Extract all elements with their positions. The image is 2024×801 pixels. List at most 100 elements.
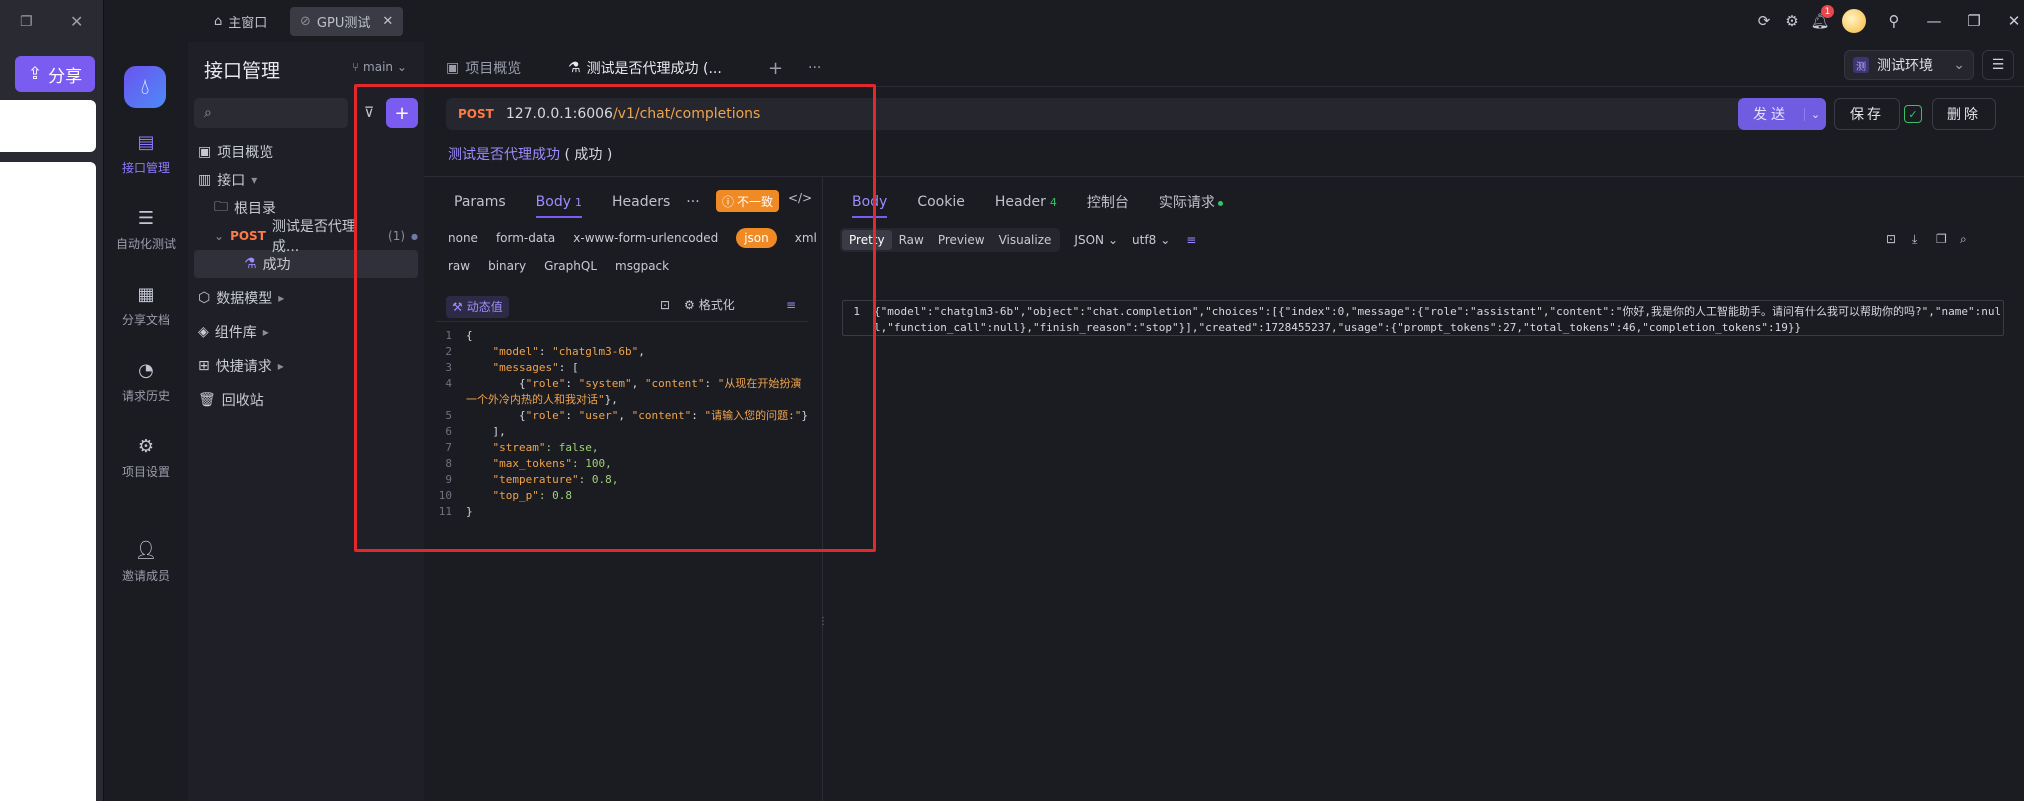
rail-item-api-management[interactable]: ▤ 接口管理 xyxy=(104,132,188,176)
pin-icon[interactable]: ⚲ xyxy=(1874,8,1914,34)
tab-main-window[interactable]: ⌂ 主窗口 xyxy=(204,7,277,36)
copy-icon[interactable]: ❐ xyxy=(1936,232,1947,246)
tab-overview[interactable]: ▣ 项目概览 xyxy=(446,54,521,82)
bell-icon[interactable]: 🔔︎ 1 xyxy=(1806,5,1834,34)
line-number: 7 xyxy=(445,441,452,454)
more-tabs-button[interactable]: ··· xyxy=(808,54,821,82)
export-icon[interactable]: ⊡ xyxy=(1886,232,1896,246)
filter-button[interactable]: ⊽ xyxy=(355,99,383,127)
tree-item-request[interactable]: ⌄ POST 测试是否代理成... (1) ● xyxy=(194,219,418,255)
tab-body[interactable]: Body 1 xyxy=(535,194,583,218)
chevron-down-icon[interactable]: ⌄ xyxy=(1804,107,1826,121)
wrap-icon[interactable]: ≡ xyxy=(786,298,796,312)
tab-response-body[interactable]: Body xyxy=(852,194,888,218)
example-icon: ⚗ xyxy=(244,256,257,272)
plus-icon: + xyxy=(394,102,410,124)
close-icon[interactable]: ✕ xyxy=(70,12,83,31)
caret-down-icon: ▾ xyxy=(251,173,258,187)
folder-icon: 🗀︎ xyxy=(214,199,228,215)
line-text: {"role": "user", "content": "请输入您的问题:"} xyxy=(466,409,808,422)
panel-splitter[interactable] xyxy=(822,176,823,801)
body-type-graphql[interactable]: GraphQL xyxy=(544,256,597,276)
rail-item-history[interactable]: ◔ 请求历史 xyxy=(104,360,188,404)
share-button[interactable]: ⇪ 分享 xyxy=(15,56,95,92)
wrap-icon[interactable]: ≡ xyxy=(1186,233,1196,247)
close-tab-icon[interactable]: ✕ xyxy=(382,14,393,29)
tree-item-api[interactable]: ▥ 接口 ▾ xyxy=(194,166,418,194)
tab-gpu-test[interactable]: ⊘ GPU测试 ✕ xyxy=(290,7,404,36)
view-pretty[interactable]: Pretty xyxy=(842,230,892,250)
tab-headers[interactable]: Headers xyxy=(612,194,670,210)
body-type-raw[interactable]: raw xyxy=(448,256,470,276)
tree-item-components[interactable]: ◈ 组件库 ▸ xyxy=(194,318,418,346)
environment-select[interactable]: 测 测试环境 ⌄ xyxy=(1844,50,1974,80)
chevron-down-icon: ⌄ xyxy=(1160,233,1171,247)
body-type-none[interactable]: none xyxy=(448,228,478,248)
body-type-binary[interactable]: binary xyxy=(488,256,526,276)
rail-item-automation[interactable]: ☰ 自动化测试 xyxy=(104,208,188,252)
response-body[interactable]: 1 {"model":"chatglm3-6b","object":"chat.… xyxy=(852,304,2002,336)
code-icon[interactable]: </> xyxy=(788,191,812,205)
search-icon[interactable]: ⌕ xyxy=(1960,232,1967,247)
drag-handle-icon[interactable]: ⋮ xyxy=(818,616,828,627)
more-icon: ··· xyxy=(808,60,822,76)
view-visualize[interactable]: Visualize xyxy=(992,230,1059,250)
avatar[interactable] xyxy=(1834,8,1874,34)
request-tabs: Params Body 1 Headers ··· xyxy=(454,186,700,218)
refresh-icon[interactable]: ⟳ xyxy=(1750,8,1778,34)
new-tab-button[interactable]: + xyxy=(768,54,783,82)
mismatch-badge[interactable]: ⓘ 不一致 xyxy=(716,190,780,212)
rail-item-share-docs[interactable]: ▦ 分享文档 xyxy=(104,284,188,328)
dynamic-value-button[interactable]: ⚒ 动态值 xyxy=(446,295,509,318)
rail-item-project-settings[interactable]: ⚙ 项目设置 xyxy=(104,436,188,480)
tab-response-header[interactable]: Header 4 xyxy=(995,194,1057,210)
cube-icon: ⬡ xyxy=(198,290,211,306)
format-button[interactable]: ⚙ 格式化 xyxy=(684,296,735,313)
gear-icon[interactable]: ⚙ xyxy=(1778,8,1806,34)
overview-icon: ▣ xyxy=(198,144,212,160)
body-type-form-data[interactable]: form-data xyxy=(496,228,555,248)
line-number: 11 xyxy=(438,505,452,518)
check-icon[interactable]: ✓ xyxy=(1904,105,1922,123)
branch-selector[interactable]: ⑂ main ⌄ xyxy=(352,60,407,74)
restore-icon[interactable]: ❐ xyxy=(20,14,33,30)
user-add-icon: 👤︎ xyxy=(134,540,158,561)
code-editor[interactable]: 1{2 "model": "chatglm3-6b", 3 "messages":… xyxy=(438,328,810,520)
tab-cookie[interactable]: Cookie xyxy=(917,194,965,210)
tab-request[interactable]: ⚗ 测试是否代理成功 (... xyxy=(568,54,722,82)
tree-item-data-model[interactable]: ⬡ 数据模型 ▸ xyxy=(194,284,418,312)
code-line: 1{ xyxy=(438,328,810,344)
delete-button[interactable]: 删除 xyxy=(1932,98,1996,130)
url-bar[interactable]: POST 127.0.0.1:6006/v1/chat/completions xyxy=(446,98,1746,130)
tree-item-trash[interactable]: 🗑︎ 回收站 xyxy=(194,386,418,414)
download-icon[interactable]: ⤓ xyxy=(1912,232,1917,247)
code-line: 6 ], xyxy=(438,424,810,440)
menu-button[interactable]: ☰ xyxy=(1982,50,2014,80)
view-preview[interactable]: Preview xyxy=(931,230,992,250)
window-close-icon[interactable]: ✕ xyxy=(1994,8,2024,34)
search-input[interactable] xyxy=(219,105,330,121)
code-line: 2 "model": "chatglm3-6b", xyxy=(438,344,810,360)
tree-item-overview[interactable]: ▣ 项目概览 xyxy=(194,138,418,166)
view-raw[interactable]: Raw xyxy=(892,230,931,250)
format-select[interactable]: JSON ⌄ xyxy=(1074,233,1118,247)
tab-actual-request[interactable]: 实际请求 xyxy=(1159,192,1223,212)
body-type-xml[interactable]: xml xyxy=(795,228,817,248)
tab-more[interactable]: ··· xyxy=(686,194,699,210)
import-icon[interactable]: ⊡ xyxy=(660,298,670,312)
tab-params[interactable]: Params xyxy=(454,194,506,210)
send-button[interactable]: 发送 ⌄ xyxy=(1738,98,1826,130)
body-type-msgpack[interactable]: msgpack xyxy=(615,256,669,276)
line-number: 5 xyxy=(445,409,452,422)
tree-item-quick-request[interactable]: ⊞ 快捷请求 ▸ xyxy=(194,352,418,380)
code-line: 4 {"role": "system", "content": "从现在开始扮演… xyxy=(438,376,810,408)
maximize-icon[interactable]: ❐ xyxy=(1954,8,1994,34)
body-type-urlencoded[interactable]: x-www-form-urlencoded xyxy=(573,228,718,248)
tab-console[interactable]: 控制台 xyxy=(1087,192,1129,212)
add-button[interactable]: + xyxy=(386,98,418,128)
encoding-select[interactable]: utf8 ⌄ xyxy=(1132,233,1170,247)
minimize-icon[interactable]: — xyxy=(1914,8,1954,34)
save-button[interactable]: 保存 xyxy=(1834,98,1900,130)
body-type-json[interactable]: json xyxy=(736,228,777,248)
rail-item-invite[interactable]: 👤︎ 邀请成员 xyxy=(104,540,188,584)
